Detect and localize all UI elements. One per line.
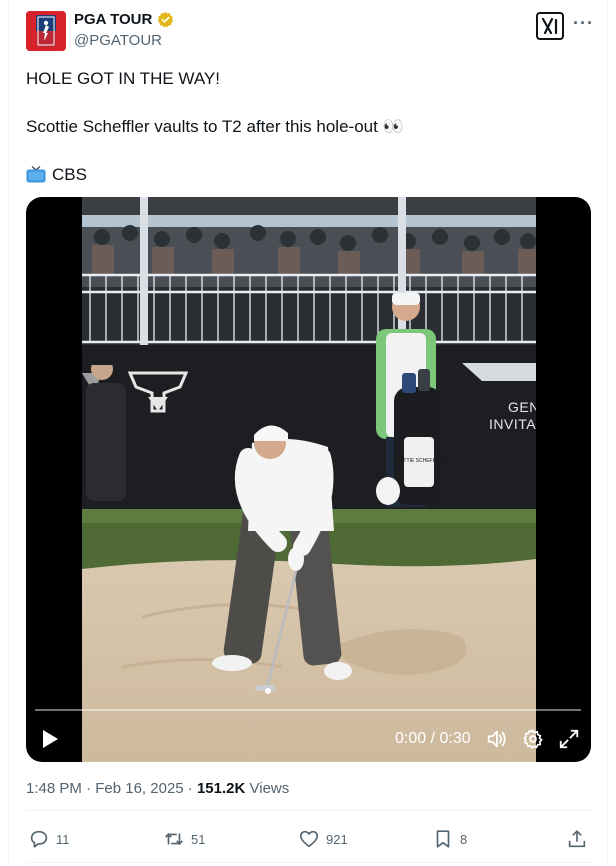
bookmark-icon bbox=[436, 830, 450, 848]
repost-icon bbox=[165, 833, 183, 845]
like-icon bbox=[299, 830, 319, 848]
post-date[interactable]: Feb 16, 2025 bbox=[95, 780, 183, 797]
author-name[interactable]: PGA TOUR bbox=[74, 11, 152, 28]
post-text: HOLE GOT IN THE WAY! Scottie Scheffler v… bbox=[26, 67, 586, 187]
author-name-row[interactable]: PGA TOUR bbox=[74, 11, 174, 28]
video-player[interactable]: GEN INVITA SCOTTIE SCHEFFLER 0:00 / 0:30 bbox=[26, 197, 591, 762]
tv-icon bbox=[26, 166, 46, 183]
post-line-5: CBS bbox=[26, 163, 586, 187]
video-time: 0:00 / 0:30 bbox=[395, 730, 471, 747]
post-time[interactable]: 1:48 PM bbox=[26, 780, 82, 797]
share-button[interactable] bbox=[566, 828, 588, 850]
reply-count: 11 bbox=[56, 831, 70, 847]
divider bbox=[26, 810, 591, 811]
post-cbs: CBS bbox=[52, 165, 87, 184]
post-line-1: HOLE GOT IN THE WAY! bbox=[26, 69, 220, 88]
post-line-3: Scottie Scheffler vaults to T2 after thi… bbox=[26, 117, 404, 136]
bag-text: SCOTTIE SCHEFFLER bbox=[393, 458, 446, 464]
like-button[interactable]: 921 bbox=[298, 828, 348, 850]
more-icon[interactable]: ··· bbox=[573, 13, 594, 34]
share-icon bbox=[568, 830, 586, 848]
post-meta: 1:48 PM · Feb 16, 2025 · 151.2K Views bbox=[26, 780, 289, 797]
sponsor-text-1: GEN bbox=[508, 399, 536, 415]
views-label: Views bbox=[249, 780, 290, 797]
grok-icon[interactable] bbox=[536, 12, 564, 40]
settings-icon[interactable] bbox=[522, 728, 544, 750]
bookmark-count: 8 bbox=[460, 831, 468, 847]
repost-count: 51 bbox=[191, 831, 206, 847]
verified-badge-icon bbox=[158, 11, 174, 28]
meta-separator: · bbox=[86, 780, 96, 797]
like-count: 921 bbox=[326, 831, 348, 847]
meta-separator: · bbox=[187, 780, 197, 797]
sponsor-text-2: INVITA bbox=[489, 416, 536, 432]
post-line-2 bbox=[26, 91, 586, 115]
fullscreen-icon[interactable] bbox=[558, 728, 580, 750]
reply-icon bbox=[30, 830, 48, 848]
reply-button[interactable]: 11 bbox=[28, 828, 70, 850]
bookmark-button[interactable]: 8 bbox=[432, 828, 467, 850]
video-frame[interactable]: GEN INVITA SCOTTIE SCHEFFLER bbox=[82, 197, 536, 762]
author-handle[interactable]: @PGATOUR bbox=[74, 32, 162, 49]
play-icon[interactable] bbox=[40, 728, 60, 750]
post-line-4 bbox=[26, 139, 586, 163]
bottom-divider bbox=[26, 862, 591, 863]
views-count: 151.2K bbox=[196, 780, 246, 797]
repost-button[interactable]: 51 bbox=[163, 828, 205, 850]
video-progress-bar[interactable] bbox=[35, 709, 581, 711]
pga-tour-logo[interactable] bbox=[26, 11, 66, 51]
volume-icon[interactable] bbox=[486, 728, 508, 750]
